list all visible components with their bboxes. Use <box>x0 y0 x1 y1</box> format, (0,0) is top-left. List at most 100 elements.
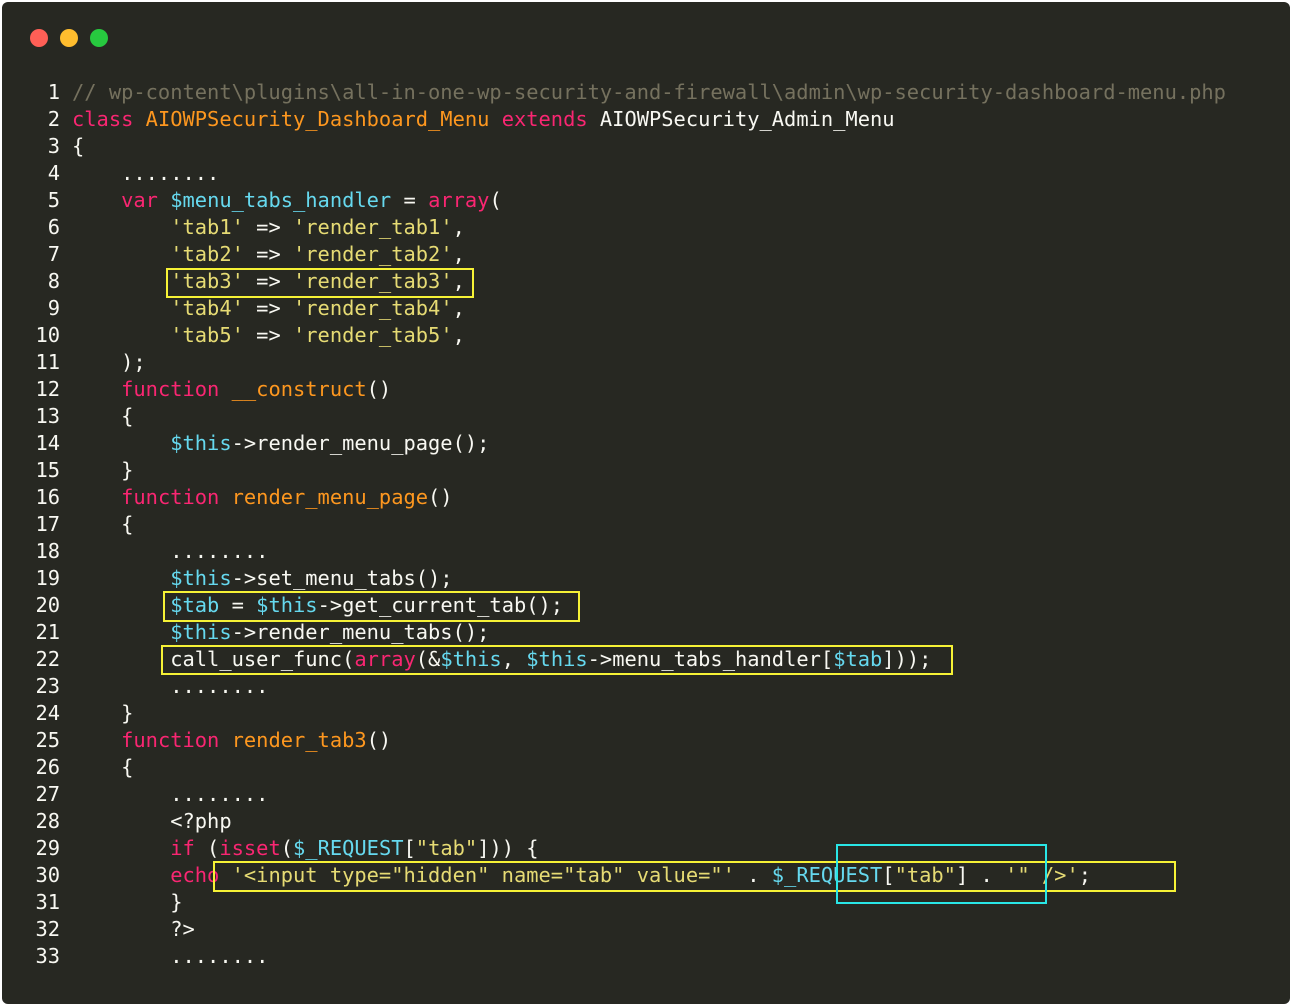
code-text: ); <box>72 349 146 376</box>
code-token: 'render_tab1' <box>293 215 453 239</box>
code-token: AIOWPSecurity_Admin_Menu <box>587 107 895 131</box>
code-token: () <box>428 485 453 509</box>
code-text: 'tab2' => 'render_tab2', <box>72 241 465 268</box>
line-number: 10 <box>35 323 60 347</box>
code-text: { <box>72 403 133 430</box>
line-number: 9 <box>47 296 60 320</box>
code-token: } <box>72 458 134 482</box>
code-line: 2 class AIOWPSecurity_Dashboard_Menu exte… <box>2 106 1290 133</box>
line-number: 31 <box>35 890 60 914</box>
code-token: isset <box>219 836 281 860</box>
code-window: 1 // wp-content\plugins\all-in-one-wp-sec… <box>2 2 1290 1004</box>
code-token: , <box>452 215 465 239</box>
code-line: 19 $this->set_menu_tabs(); <box>2 565 1290 592</box>
line-number: 33 <box>35 944 60 968</box>
code-text: ........ <box>72 538 268 565</box>
code-token: $this <box>170 431 232 455</box>
code-token: ........ <box>72 674 269 698</box>
code-text: 'tab4' => 'render_tab4', <box>72 295 465 322</box>
code-token: ); <box>72 350 146 374</box>
code-line: 6 'tab1' => 'render_tab1', <box>2 214 1290 241</box>
code-token: => <box>243 296 293 320</box>
code-text: } <box>72 700 133 727</box>
code-token: ( <box>280 836 294 860</box>
code-line: 13 { <box>2 403 1290 430</box>
code-text: 'tab5' => 'render_tab5', <box>72 322 465 349</box>
code-text: } <box>72 889 182 916</box>
code-text: // wp-content\plugins\all-in-one-wp-secu… <box>72 79 1226 106</box>
close-window-button[interactable] <box>30 29 48 47</box>
line-number: 14 <box>35 431 60 455</box>
line-number: 24 <box>35 701 60 725</box>
code-line: 32 ?> <box>2 916 1290 943</box>
line-number: 25 <box>35 728 60 752</box>
line-number: 3 <box>47 134 60 158</box>
line-number: 7 <box>47 242 60 266</box>
code-token: "tab" <box>415 836 478 860</box>
code-token: AIOWPSecurity_Dashboard_Menu <box>145 107 490 131</box>
code-token: render_tab3 <box>231 728 367 752</box>
code-line: 12 function __construct() <box>2 376 1290 403</box>
code-token: => <box>243 242 293 266</box>
code-line: 15 } <box>2 457 1290 484</box>
code-token: () <box>366 377 392 401</box>
code-line: 17 { <box>2 511 1290 538</box>
code-token: { <box>72 134 85 158</box>
code-token: var <box>121 188 158 212</box>
code-token: ........ <box>72 161 220 185</box>
code-line: 11 ); <box>2 349 1290 376</box>
code-token: { <box>72 512 134 536</box>
line-number: 23 <box>35 674 60 698</box>
code-text: ........ <box>72 943 268 970</box>
code-line: 7 'tab2' => 'render_tab2', <box>2 241 1290 268</box>
line-number: 19 <box>35 566 60 590</box>
line-number: 26 <box>35 755 60 779</box>
code-line: 25 function render_tab3() <box>2 727 1290 754</box>
code-line: 5 var $menu_tabs_handler = array( <box>2 187 1290 214</box>
code-line: 28 <?php <box>2 808 1290 835</box>
code-line: 31 } <box>2 889 1290 916</box>
line-number: 2 <box>47 107 60 131</box>
code-token: } <box>72 701 134 725</box>
code-token: if <box>170 836 195 860</box>
code-token: , <box>452 323 465 347</box>
code-token: 'tab2' <box>170 242 244 266</box>
code-text: ........ <box>72 781 268 808</box>
code-token: [ <box>403 836 416 860</box>
minimize-window-button[interactable] <box>60 29 78 47</box>
line-number: 30 <box>35 863 60 887</box>
code-token: // wp-content\plugins\all-in-one-wp-secu… <box>72 80 1226 104</box>
line-number: 4 <box>47 161 60 185</box>
code-token: 'tab4' <box>170 296 244 320</box>
code-text: var $menu_tabs_handler = array( <box>72 187 502 214</box>
code-token: { <box>72 755 134 779</box>
line-number: 8 <box>47 269 60 293</box>
code-text: 'tab1' => 'render_tab1', <box>72 214 465 241</box>
code-token: __construct <box>231 377 367 401</box>
line-number: 22 <box>35 647 60 671</box>
maximize-window-button[interactable] <box>90 29 108 47</box>
code-line: 33 ........ <box>2 943 1290 970</box>
code-token: => <box>243 215 293 239</box>
code-token: = <box>391 188 429 212</box>
code-token: $this <box>170 620 232 644</box>
code-text: { <box>72 511 133 538</box>
highlight-request-tab <box>836 844 1047 904</box>
code-token: 'tab5' <box>170 323 244 347</box>
code-text: class AIOWPSecurity_Dashboard_Menu exten… <box>72 106 895 133</box>
line-number: 1 <box>47 80 60 104</box>
code-line: 21 $this->render_menu_tabs(); <box>2 619 1290 646</box>
highlight-call-user-func <box>161 645 953 675</box>
